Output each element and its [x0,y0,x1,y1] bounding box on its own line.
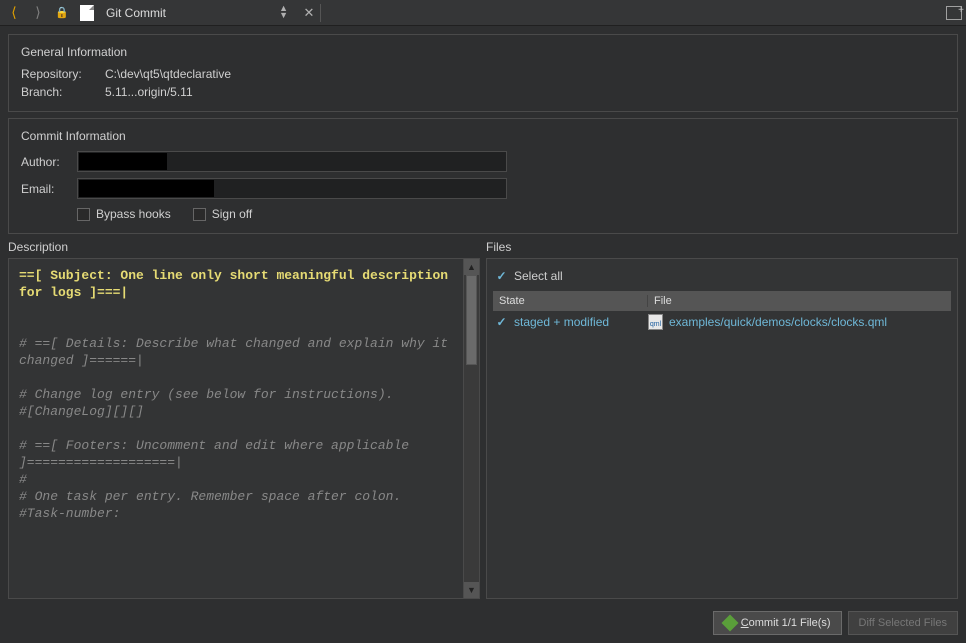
chevron-left-icon: ⟨ [11,4,16,21]
split-button[interactable] [946,6,962,20]
commit-body-template: # ==[ Details: Describe what changed and… [19,336,456,521]
group-title: Commit Information [21,129,945,143]
commit-info-group: Commit Information Author: Email: Bypass… [8,118,958,234]
general-info-group: General Information Repository: C:\dev\q… [8,34,958,112]
state-column-header[interactable]: State [493,295,648,307]
description-editor-frame: ==[ Subject: One line only short meaning… [8,258,480,599]
lock-button[interactable]: 🔒 [52,3,72,23]
commit-arrow-icon [721,615,738,632]
diff-button-label: Diff Selected Files [859,617,947,629]
redaction-mask [79,180,214,197]
document-icon [80,5,94,21]
checkbox-label: Bypass hooks [96,207,171,221]
view-dropdown[interactable]: Git Commit ▲▼ [102,3,292,23]
commit-mnemonic: C [741,617,749,629]
email-label: Email: [21,182,71,196]
branch-label: Branch: [21,85,99,99]
chevron-right-icon: ⟩ [35,4,40,21]
forward-button[interactable]: ⟩ [28,3,48,23]
file-state: staged + modified [514,315,609,329]
checkbox-icon [77,208,90,221]
check-icon: ✓ [495,270,508,283]
description-editor[interactable]: ==[ Subject: One line only short meaning… [9,259,463,598]
author-label: Author: [21,155,71,169]
back-button[interactable]: ⟨ [4,3,24,23]
files-table-header: State File [493,291,951,311]
bypass-hooks-checkbox[interactable]: Bypass hooks [77,207,171,221]
dropdown-label: Git Commit [106,6,166,20]
group-title: General Information [21,45,945,59]
close-tab-button[interactable]: ✕ [296,3,316,23]
close-icon: ✕ [304,5,315,21]
diff-selected-button: Diff Selected Files [848,611,958,635]
files-label: Files [486,240,958,254]
repository-label: Repository: [21,67,99,81]
checkbox-label: Sign off [212,207,252,221]
file-path: examples/quick/demos/clocks/clocks.qml [669,315,887,329]
vertical-scrollbar[interactable]: ▲ ▼ [463,259,479,598]
file-column-header[interactable]: File [648,295,951,307]
file-row[interactable]: ✓ staged + modified qml examples/quick/d… [493,311,951,333]
files-panel: ✓ Select all State File ✓ staged + modif… [486,258,958,599]
description-label: Description [8,240,480,254]
checkbox-icon [193,208,206,221]
top-toolbar: ⟨ ⟩ 🔒 Git Commit ▲▼ ✕ [0,0,966,26]
select-all-checkbox[interactable]: ✓ Select all [495,269,949,283]
scroll-down-icon: ▼ [464,582,479,598]
dropdown-arrows-icon: ▲▼ [279,5,288,19]
branch-value: 5.11...origin/5.11 [105,85,193,99]
select-all-label: Select all [514,269,563,283]
qml-file-icon: qml [648,314,663,330]
check-icon: ✓ [495,316,508,329]
commit-button[interactable]: Commit 1/1 File(s) [713,611,842,635]
commit-subject-template: ==[ Subject: One line only short meaning… [19,268,456,300]
commit-button-label: ommit 1/1 File(s) [749,617,831,629]
scroll-up-icon: ▲ [464,259,479,275]
repository-value: C:\dev\qt5\qtdeclarative [105,67,231,81]
scroll-thumb[interactable] [466,275,477,365]
lock-icon: 🔒 [55,6,69,19]
redaction-mask [79,153,167,170]
signoff-checkbox[interactable]: Sign off [193,207,252,221]
bottom-button-bar: Commit 1/1 File(s) Diff Selected Files [8,605,958,635]
